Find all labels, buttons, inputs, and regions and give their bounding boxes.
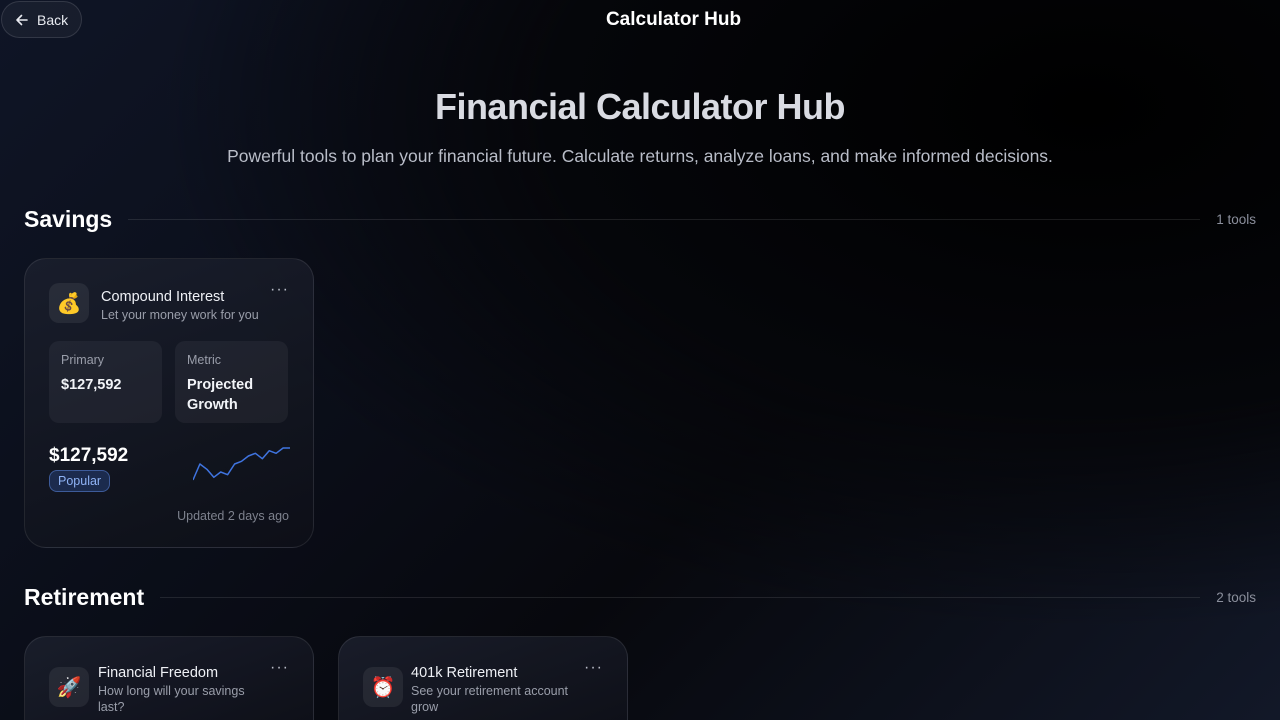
section-divider — [128, 218, 1201, 220]
more-options-button[interactable]: ··· — [270, 660, 289, 676]
section-header-savings: Savings 1 tools — [24, 204, 1256, 234]
stat-metric: Metric Projected Growth — [175, 341, 288, 423]
section-title: Savings — [24, 205, 113, 232]
page-subtitle: Powerful tools to plan your financial fu… — [227, 146, 1053, 166]
alarm-clock-icon: ⏰ — [363, 667, 403, 707]
page-title: Financial Calculator Hub — [434, 86, 846, 127]
card-description: Let your money work for you — [101, 308, 259, 322]
more-options-button[interactable]: ··· — [270, 282, 289, 298]
money-bag-icon: 💰 — [49, 283, 89, 323]
result-value: $127,592 — [49, 445, 129, 466]
section-tool-count: 2 tools — [1216, 589, 1256, 605]
card-title: Compound Interest — [101, 289, 225, 305]
section-tool-count: 1 tools — [1216, 211, 1256, 227]
card-title: 401k Retirement — [411, 665, 518, 681]
sparkline-path — [193, 447, 290, 481]
stat-label: Metric — [187, 353, 222, 367]
stat-primary: Primary $127,592 — [49, 341, 162, 423]
section-header-retirement: Retirement 2 tools — [24, 582, 1256, 612]
popular-badge: Popular — [49, 470, 111, 492]
stat-value: $127,592 — [61, 377, 122, 393]
calculator-card-compound-interest[interactable]: 💰 Compound Interest Let your money work … — [24, 258, 314, 548]
app-title: Calculator Hub — [605, 9, 742, 30]
calculator-card-401k-retirement[interactable]: ⏰ 401k Retirement See your retirement ac… — [338, 636, 628, 720]
card-description: How long will your savings last? — [98, 684, 245, 714]
card-description: See your retirement account grow — [411, 684, 569, 714]
card-title: Financial Freedom — [98, 665, 219, 681]
calculator-card-financial-freedom[interactable]: 🚀 Financial Freedom How long will your s… — [24, 636, 314, 720]
trend-sparkline — [193, 447, 290, 481]
rocket-icon: 🚀 — [49, 667, 89, 707]
stat-label: Primary — [61, 353, 105, 367]
more-options-button[interactable]: ··· — [584, 660, 603, 676]
stat-value: Projected Growth — [187, 377, 254, 413]
top-bar: Back Calculator Hub — [0, 0, 1280, 40]
updated-timestamp: Updated 2 days ago — [177, 509, 289, 523]
section-title: Retirement — [24, 583, 145, 610]
section-divider — [160, 596, 1201, 598]
